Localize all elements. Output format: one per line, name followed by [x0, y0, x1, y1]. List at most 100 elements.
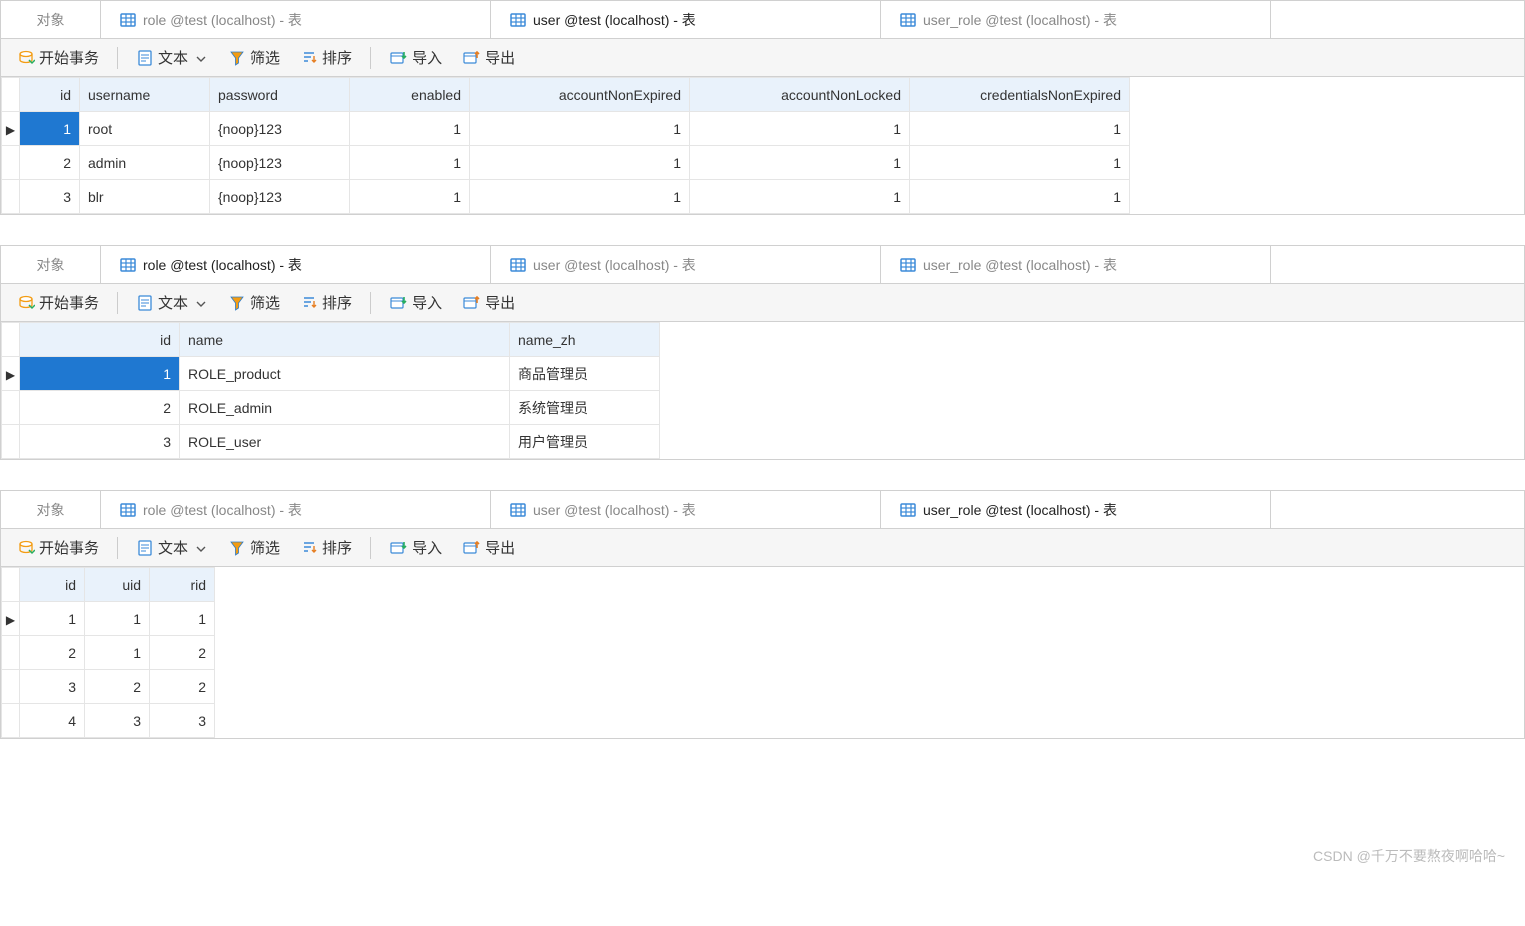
- table-row[interactable]: 4 3 3: [2, 704, 215, 738]
- cell[interactable]: 1: [470, 180, 690, 214]
- export-button[interactable]: 导出: [456, 535, 521, 560]
- cell[interactable]: 2: [150, 670, 215, 704]
- cell[interactable]: 1: [20, 112, 80, 146]
- col-password[interactable]: password: [210, 78, 350, 112]
- cell[interactable]: 1: [20, 357, 180, 391]
- text-button[interactable]: 文本: [130, 290, 214, 315]
- col-id[interactable]: id: [20, 568, 85, 602]
- table-row[interactable]: ▶ 1 1 1: [2, 602, 215, 636]
- export-button[interactable]: 导出: [456, 290, 521, 315]
- cell[interactable]: 1: [470, 112, 690, 146]
- filter-button[interactable]: 筛选: [222, 45, 286, 70]
- tab-user[interactable]: user @test (localhost) - 表: [491, 246, 881, 283]
- cell[interactable]: 3: [20, 180, 80, 214]
- cell[interactable]: {noop}123: [210, 180, 350, 214]
- col-accountNonExpired[interactable]: accountNonExpired: [470, 78, 690, 112]
- tab-role[interactable]: role @test (localhost) - 表: [101, 246, 491, 283]
- filter-button[interactable]: 筛选: [222, 535, 286, 560]
- table-row[interactable]: 3 ROLE_user 用户管理员: [2, 425, 660, 459]
- cell[interactable]: root: [80, 112, 210, 146]
- cell[interactable]: 1: [20, 602, 85, 636]
- text-icon: [136, 294, 154, 312]
- tab-user[interactable]: user @test (localhost) - 表: [491, 1, 881, 38]
- data-grid-user-role[interactable]: id uid rid ▶ 1 1 1 2 1 2 3 2 2 4 3 3: [1, 567, 215, 738]
- sort-button[interactable]: 排序: [294, 290, 358, 315]
- tab-objects[interactable]: 对象: [1, 491, 101, 528]
- cell[interactable]: ROLE_product: [180, 357, 510, 391]
- tab-objects[interactable]: 对象: [1, 246, 101, 283]
- btn-label: 开始事务: [39, 537, 99, 558]
- cell[interactable]: 2: [20, 636, 85, 670]
- export-button[interactable]: 导出: [456, 45, 521, 70]
- cell[interactable]: 1: [350, 180, 470, 214]
- col-enabled[interactable]: enabled: [350, 78, 470, 112]
- sort-button[interactable]: 排序: [294, 45, 358, 70]
- cell[interactable]: 3: [20, 425, 180, 459]
- col-id[interactable]: id: [20, 78, 80, 112]
- import-button[interactable]: 导入: [383, 290, 448, 315]
- cell[interactable]: 1: [350, 112, 470, 146]
- cell[interactable]: 3: [20, 670, 85, 704]
- cell[interactable]: {noop}123: [210, 112, 350, 146]
- cell[interactable]: 1: [690, 146, 910, 180]
- cell[interactable]: 1: [150, 602, 215, 636]
- data-grid-user[interactable]: id username password enabled accountNonE…: [1, 77, 1130, 214]
- cell[interactable]: 1: [690, 112, 910, 146]
- cell[interactable]: blr: [80, 180, 210, 214]
- tab-user-role[interactable]: user_role @test (localhost) - 表: [881, 491, 1271, 528]
- tab-role[interactable]: role @test (localhost) - 表: [101, 491, 491, 528]
- col-name[interactable]: name: [180, 323, 510, 357]
- col-credentialsNonExpired[interactable]: credentialsNonExpired: [910, 78, 1130, 112]
- col-name-zh[interactable]: name_zh: [510, 323, 660, 357]
- begin-transaction-button[interactable]: 开始事务: [11, 535, 105, 560]
- cell[interactable]: admin: [80, 146, 210, 180]
- tab-role[interactable]: role @test (localhost) - 表: [101, 1, 491, 38]
- import-button[interactable]: 导入: [383, 45, 448, 70]
- cell[interactable]: 1: [85, 602, 150, 636]
- cell[interactable]: 1: [910, 180, 1130, 214]
- cell[interactable]: 用户管理员: [510, 425, 660, 459]
- col-accountNonLocked[interactable]: accountNonLocked: [690, 78, 910, 112]
- import-button[interactable]: 导入: [383, 535, 448, 560]
- cell[interactable]: 1: [910, 146, 1130, 180]
- cell[interactable]: 1: [690, 180, 910, 214]
- col-id[interactable]: id: [20, 323, 180, 357]
- cell[interactable]: 1: [910, 112, 1130, 146]
- tab-user-role[interactable]: user_role @test (localhost) - 表: [881, 246, 1271, 283]
- begin-transaction-button[interactable]: 开始事务: [11, 290, 105, 315]
- begin-transaction-button[interactable]: 开始事务: [11, 45, 105, 70]
- col-rid[interactable]: rid: [150, 568, 215, 602]
- cell[interactable]: 2: [150, 636, 215, 670]
- tab-user[interactable]: user @test (localhost) - 表: [491, 491, 881, 528]
- table-row[interactable]: 2 1 2: [2, 636, 215, 670]
- cell[interactable]: 系统管理员: [510, 391, 660, 425]
- col-username[interactable]: username: [80, 78, 210, 112]
- filter-button[interactable]: 筛选: [222, 290, 286, 315]
- text-button[interactable]: 文本: [130, 535, 214, 560]
- cell[interactable]: 4: [20, 704, 85, 738]
- cell[interactable]: {noop}123: [210, 146, 350, 180]
- table-row[interactable]: ▶ 1 ROLE_product 商品管理员: [2, 357, 660, 391]
- table-row[interactable]: 2 ROLE_admin 系统管理员: [2, 391, 660, 425]
- cell[interactable]: 1: [470, 146, 690, 180]
- tab-user-role[interactable]: user_role @test (localhost) - 表: [881, 1, 1271, 38]
- tab-objects[interactable]: 对象: [1, 1, 101, 38]
- cell[interactable]: ROLE_user: [180, 425, 510, 459]
- cell[interactable]: 3: [85, 704, 150, 738]
- cell[interactable]: 3: [150, 704, 215, 738]
- cell[interactable]: 2: [20, 391, 180, 425]
- cell[interactable]: 2: [20, 146, 80, 180]
- sort-button[interactable]: 排序: [294, 535, 358, 560]
- cell[interactable]: ROLE_admin: [180, 391, 510, 425]
- cell[interactable]: 1: [350, 146, 470, 180]
- cell[interactable]: 2: [85, 670, 150, 704]
- table-row[interactable]: 3 blr {noop}123 1 1 1 1: [2, 180, 1130, 214]
- data-grid-role[interactable]: id name name_zh ▶ 1 ROLE_product 商品管理员 2…: [1, 322, 660, 459]
- table-row[interactable]: ▶ 1 root {noop}123 1 1 1 1: [2, 112, 1130, 146]
- col-uid[interactable]: uid: [85, 568, 150, 602]
- text-button[interactable]: 文本: [130, 45, 214, 70]
- table-row[interactable]: 3 2 2: [2, 670, 215, 704]
- table-row[interactable]: 2 admin {noop}123 1 1 1 1: [2, 146, 1130, 180]
- cell[interactable]: 商品管理员: [510, 357, 660, 391]
- cell[interactable]: 1: [85, 636, 150, 670]
